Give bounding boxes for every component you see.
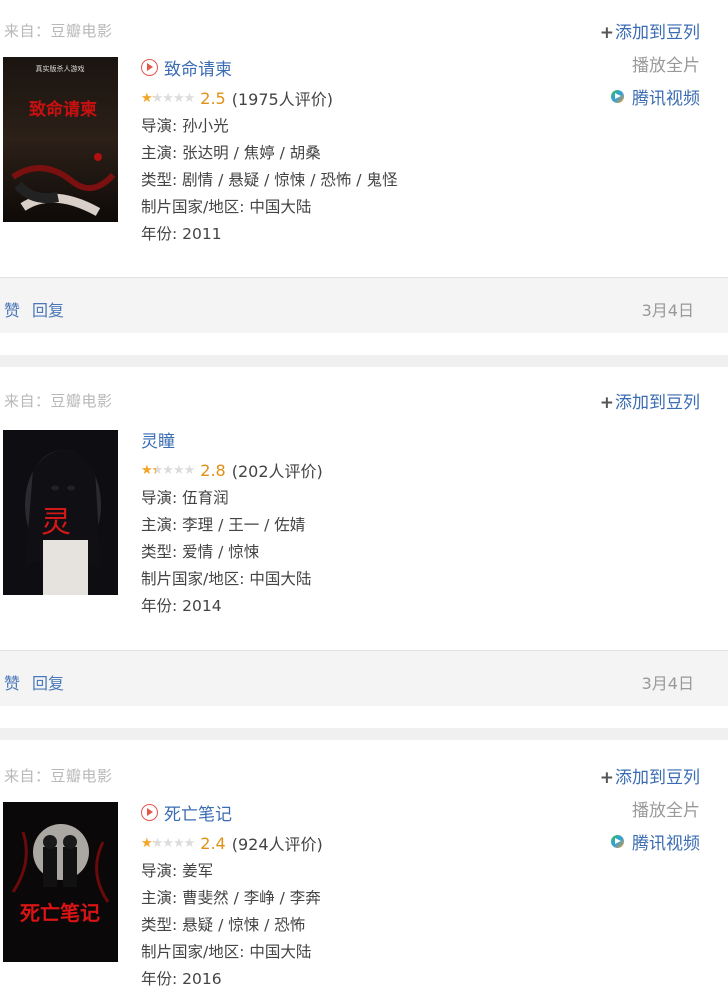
region-line: 制片国家/地区: 中国大陆	[141, 943, 312, 961]
cast-line: 主演: 曹斐然 / 李峥 / 李奔	[141, 889, 321, 907]
region-line: 制片国家/地区: 中国大陆	[141, 570, 312, 588]
tencent-video-link[interactable]: 腾讯视频	[600, 84, 700, 109]
card-separator	[0, 355, 728, 367]
card-separator	[0, 728, 728, 740]
add-to-doulist-button[interactable]: +添加到豆列	[600, 18, 700, 43]
rating-votes: (924人评价)	[231, 835, 323, 854]
source-label: 来自：豆瓣电影	[4, 767, 113, 785]
add-to-doulist-button[interactable]: +添加到豆列	[600, 388, 700, 413]
like-button[interactable]: 赞	[4, 297, 20, 321]
genre-line: 类型: 爱情 / 惊悚	[141, 543, 260, 561]
year-line: 年份: 2016	[141, 970, 222, 988]
plus-icon: +	[599, 393, 614, 413]
movie-title-link[interactable]: 致命请柬	[164, 55, 232, 80]
play-full-label: 播放全片	[632, 56, 700, 76]
cast-line: 主演: 李理 / 王一 / 佐婧	[141, 516, 306, 534]
tencent-video-link[interactable]: 腾讯视频	[600, 829, 700, 854]
year-line: 年份: 2014	[141, 597, 222, 615]
rating-votes: (1975人评价)	[231, 90, 333, 109]
card-footer: 赞 回复 3月4日	[0, 650, 728, 706]
reply-button[interactable]: 回复	[32, 297, 64, 321]
rating-votes: (202人评价)	[231, 462, 323, 481]
cast-line: 主演: 张达明 / 焦婷 / 胡桑	[141, 144, 321, 162]
movie-poster[interactable]: 真实版杀人游戏 致命请柬	[3, 57, 118, 222]
tencent-video-icon	[611, 90, 624, 103]
plus-icon: +	[599, 23, 614, 43]
star-rating-icon: ★★★★★★★★★★	[141, 462, 195, 478]
poster-title: 致命请柬	[29, 99, 97, 120]
movie-poster[interactable]: 灵	[3, 430, 118, 595]
add-to-doulist-button[interactable]: +添加到豆列	[600, 763, 700, 788]
source-label: 来自：豆瓣电影	[4, 22, 113, 40]
movie-card: 来自：豆瓣电影 真实版杀人游戏 致命请柬 致命请柬 ★★★★★★★★★★	[0, 0, 728, 277]
rating-score: 2.8	[200, 460, 226, 480]
plus-icon: +	[599, 768, 614, 788]
director-line: 导演: 伍育润	[141, 489, 229, 507]
poster-tagline: 真实版杀人游戏	[36, 64, 85, 73]
movie-poster[interactable]: 死亡笔记	[3, 802, 118, 962]
movie-title-link[interactable]: 灵瞳	[141, 427, 175, 452]
star-rating-icon: ★★★★★★★★★★	[141, 835, 195, 851]
poster-title: 死亡笔记	[20, 901, 100, 925]
director-line: 导演: 孙小光	[141, 117, 229, 135]
play-circle-icon	[141, 803, 158, 821]
movie-card: 来自：豆瓣电影 死亡笔记 死亡笔记 ★★★★★★★★★★ 2.4 (924人评价…	[0, 745, 728, 1000]
play-full-label: 播放全片	[632, 801, 700, 821]
region-line: 制片国家/地区: 中国大陆	[141, 198, 312, 216]
poster-title: 灵	[41, 505, 71, 540]
movie-title-link[interactable]: 死亡笔记	[164, 800, 232, 825]
genre-line: 类型: 悬疑 / 惊悚 / 恐怖	[141, 916, 306, 934]
genre-line: 类型: 剧情 / 悬疑 / 惊悚 / 恐怖 / 鬼怪	[141, 171, 398, 189]
rating-score: 2.4	[200, 833, 226, 853]
play-circle-icon	[141, 58, 158, 76]
rating-score: 2.5	[200, 88, 226, 108]
reply-button[interactable]: 回复	[32, 670, 64, 694]
post-date: 3月4日	[641, 301, 694, 320]
star-rating-icon: ★★★★★★★★★★	[141, 90, 195, 106]
year-line: 年份: 2011	[141, 225, 222, 243]
director-line: 导演: 姜军	[141, 862, 214, 880]
post-date: 3月4日	[641, 674, 694, 693]
like-button[interactable]: 赞	[4, 670, 20, 694]
card-footer: 赞 回复 3月4日	[0, 277, 728, 333]
movie-card: 来自：豆瓣电影 灵 灵瞳 ★★★★★★★★★★ 2.8 (202人评价) 导演:…	[0, 370, 728, 650]
source-label: 来自：豆瓣电影	[4, 392, 113, 410]
tencent-video-icon	[611, 835, 624, 848]
